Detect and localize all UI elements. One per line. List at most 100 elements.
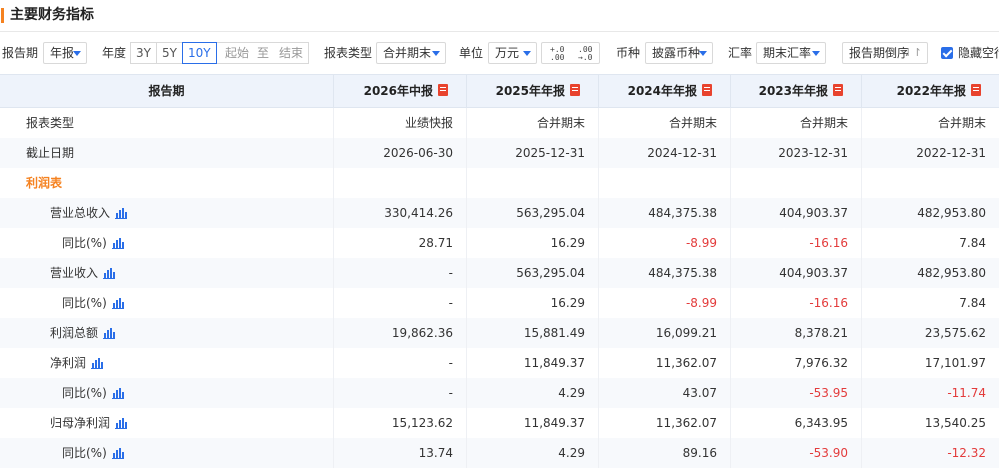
- table-row: 同比(%) 28.71 16.29 -8.99 -16.16 7.84: [0, 228, 999, 258]
- range-separator: 至: [257, 46, 270, 60]
- report-type-value: 合并期末: [383, 46, 432, 60]
- header-column[interactable]: 2023年年报: [730, 75, 861, 108]
- header-column-label: 2026年中报: [363, 84, 433, 98]
- row-label: 净利润: [0, 348, 333, 378]
- table-cell: -: [333, 258, 466, 288]
- increase-decimal-icon-bottom[interactable]: .00: [550, 54, 564, 62]
- pdf-icon[interactable]: [570, 84, 580, 96]
- table-row: 利润表: [0, 168, 999, 198]
- hide-empty-checkbox[interactable]: [941, 47, 953, 59]
- row-label: 截止日期: [0, 138, 333, 168]
- bar-chart-icon[interactable]: [103, 328, 116, 339]
- report-period-select[interactable]: 年报: [43, 42, 87, 64]
- table-row: 截止日期 2026-06-30 2025-12-31 2024-12-31 2023-1…: [0, 138, 999, 168]
- row-label: 归母净利润: [0, 408, 333, 438]
- table-cell: 7,976.32: [730, 348, 861, 378]
- row-label-text: 同比(%): [62, 296, 107, 310]
- row-label: 同比(%): [0, 228, 333, 258]
- pdf-icon[interactable]: [833, 84, 843, 96]
- rate-label: 汇率: [728, 46, 753, 60]
- table-cell: -: [333, 378, 466, 408]
- year-5y-button[interactable]: 5Y: [155, 42, 183, 64]
- chevron-down-icon: [432, 51, 440, 56]
- currency-select[interactable]: 披露币种: [645, 42, 713, 64]
- pdf-icon[interactable]: [438, 84, 448, 96]
- table-cell: 11,362.07: [598, 348, 730, 378]
- row-label: 同比(%): [0, 438, 333, 468]
- hide-empty-label[interactable]: 隐藏空行: [958, 45, 999, 61]
- table-cell: 4.29: [466, 378, 598, 408]
- currency-label: 币种: [616, 46, 641, 60]
- year-3y-button[interactable]: 3Y: [130, 42, 157, 64]
- bar-chart-icon[interactable]: [111, 238, 124, 249]
- table-cell: 28.71: [333, 228, 466, 258]
- header-column[interactable]: 2022年年报: [861, 75, 999, 108]
- year-label: 年度: [102, 46, 127, 60]
- row-label-text: 营业总收入: [50, 206, 111, 220]
- row-label-text: 营业收入: [50, 266, 99, 280]
- section-header: 主要财务指标: [0, 0, 999, 32]
- bar-chart-icon[interactable]: [115, 418, 128, 429]
- unit-select[interactable]: 万元: [488, 42, 537, 64]
- table-cell: 4.29: [466, 438, 598, 468]
- table-cell: [598, 168, 730, 198]
- unit-value: 万元: [495, 46, 520, 60]
- year-range-input[interactable]: 起始 至 结束: [216, 42, 309, 64]
- currency-value: 披露币种: [652, 46, 701, 60]
- header-column-label: 2025年年报: [495, 84, 565, 98]
- bar-chart-icon[interactable]: [111, 388, 124, 399]
- table-cell: 2026-06-30: [333, 138, 466, 168]
- rate-select[interactable]: 期末汇率: [756, 42, 826, 64]
- row-label: 营业收入: [0, 258, 333, 288]
- title-accent-bar: [1, 8, 4, 23]
- pdf-icon[interactable]: [971, 84, 981, 96]
- table-cell: 16.29: [466, 228, 598, 258]
- table-cell: -: [333, 348, 466, 378]
- bar-chart-icon[interactable]: [111, 298, 124, 309]
- table-cell: 563,295.04: [466, 258, 598, 288]
- row-label-text: 同比(%): [62, 386, 107, 400]
- table-cell: 482,953.80: [861, 258, 999, 288]
- bar-chart-icon[interactable]: [115, 208, 128, 219]
- table-header: 报告期 2026年中报 2025年年报 2024年年报 2023年年报 2022…: [0, 74, 999, 108]
- table-row: 营业收入 -563,295.04 484,375.38 404,903.37 482,9…: [0, 258, 999, 288]
- chevron-down-icon: [699, 51, 707, 56]
- header-column[interactable]: 2024年年报: [598, 75, 730, 108]
- table-cell: 合并期末: [466, 108, 598, 138]
- row-label-text: 利润总额: [50, 326, 99, 340]
- report-type-select[interactable]: 合并期末: [376, 42, 446, 64]
- table-cell: [861, 168, 999, 198]
- table-cell: 13,540.25: [861, 408, 999, 438]
- range-start[interactable]: 起始: [225, 43, 249, 63]
- bar-chart-icon[interactable]: [103, 268, 116, 279]
- header-report-period: 报告期: [148, 84, 185, 98]
- bar-chart-icon[interactable]: [111, 448, 124, 459]
- table-cell: 19,862.36: [333, 318, 466, 348]
- range-end[interactable]: 结束: [279, 43, 303, 63]
- row-label: 利润总额: [0, 318, 333, 348]
- year-segment: 3Y 5Y 10Y: [130, 42, 217, 64]
- table-cell: -8.99: [598, 228, 730, 258]
- report-type-label: 报表类型: [324, 46, 373, 60]
- header-column[interactable]: 2025年年报: [466, 75, 598, 108]
- chevron-down-icon: [523, 51, 531, 56]
- header-column-label: 2023年年报: [758, 84, 828, 98]
- table-row: 归母净利润 15,123.62 11,849.37 11,362.07 6,343.95…: [0, 408, 999, 438]
- table-cell: [466, 168, 598, 198]
- row-label: 同比(%): [0, 288, 333, 318]
- table-cell: 7.84: [861, 288, 999, 318]
- decrease-decimal-icon-bottom[interactable]: →.0: [578, 54, 592, 62]
- year-10y-button[interactable]: 10Y: [181, 42, 217, 64]
- table-cell: -53.90: [730, 438, 861, 468]
- table-cell: 2024-12-31: [598, 138, 730, 168]
- header-column[interactable]: 2026年中报: [333, 75, 466, 108]
- table-row: 同比(%) -16.29 -8.99 -16.16 7.84: [0, 288, 999, 318]
- row-label: 报表类型: [0, 108, 333, 138]
- table-cell: 330,414.26: [333, 198, 466, 228]
- sort-order-button[interactable]: 报告期倒序 ⇃↾: [842, 42, 928, 64]
- bar-chart-icon[interactable]: [91, 358, 104, 369]
- table-cell: 合并期末: [598, 108, 730, 138]
- pdf-icon[interactable]: [702, 84, 712, 96]
- table-row: 净利润 -11,849.37 11,362.07 7,976.32 17,101.97: [0, 348, 999, 378]
- table-row: 营业总收入 330,414.26 563,295.04 484,375.38 404,9…: [0, 198, 999, 228]
